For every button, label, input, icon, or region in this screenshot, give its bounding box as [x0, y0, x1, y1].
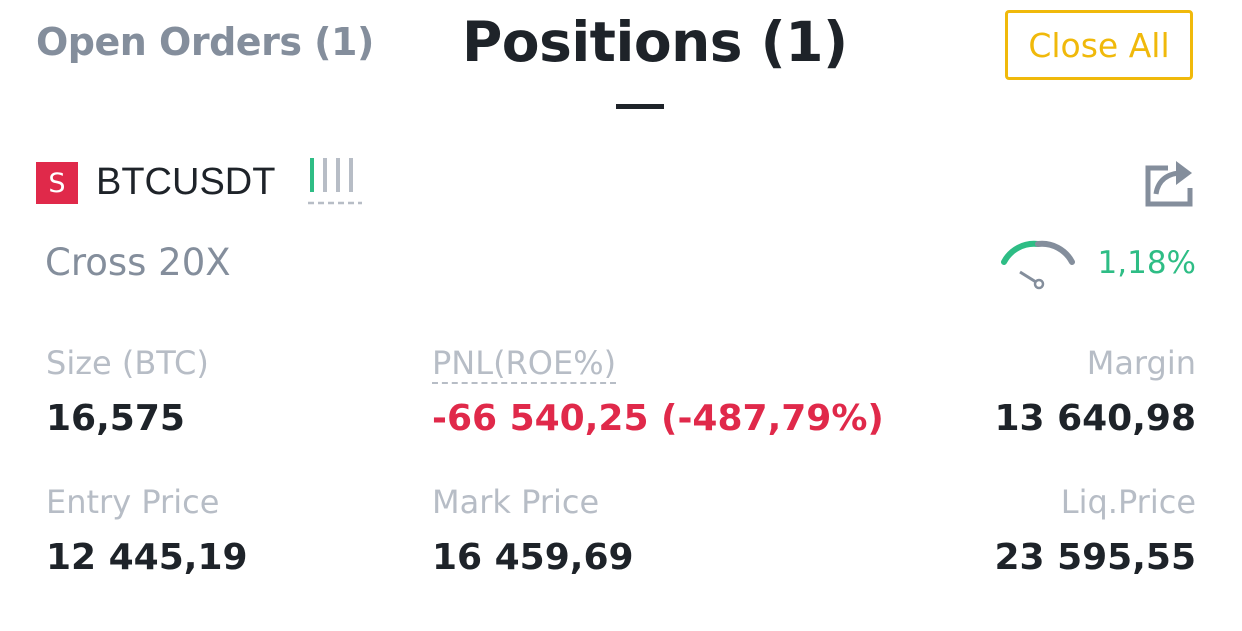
margin-mode[interactable]: Cross 20X — [45, 241, 231, 284]
adl-bar-3 — [336, 158, 340, 192]
active-tab-indicator — [616, 104, 664, 109]
symbol-name[interactable]: BTCUSDT — [96, 161, 275, 204]
adl-indicator-icon[interactable] — [306, 156, 366, 208]
margin-value: 13 640,98 — [994, 398, 1196, 439]
tab-positions[interactable]: Positions (1) — [462, 10, 848, 74]
share-icon[interactable] — [1142, 158, 1196, 210]
margin-ratio-value: 1,18% — [1097, 245, 1196, 281]
entry-price-value: 12 445,19 — [46, 537, 248, 578]
pnl-value: -66 540,25 (-487,79%) — [432, 398, 884, 439]
close-all-button[interactable]: Close All — [1005, 10, 1193, 80]
size-value: 16,575 — [46, 398, 185, 439]
entry-price-label: Entry Price — [46, 483, 220, 521]
margin-ratio-gauge-icon — [1001, 240, 1075, 290]
adl-bar-4 — [349, 158, 353, 192]
liq-price-label: Liq.Price — [1060, 483, 1196, 521]
mark-price-value: 16 459,69 — [432, 537, 634, 578]
adl-bar-2 — [323, 158, 327, 192]
size-label: Size (BTC) — [46, 344, 209, 382]
tab-open-orders[interactable]: Open Orders (1) — [36, 20, 374, 64]
mark-price-label: Mark Price — [432, 483, 600, 521]
liq-price-value: 23 595,55 — [994, 537, 1196, 578]
adl-bar-1 — [310, 158, 314, 192]
margin-label: Margin — [1086, 344, 1196, 382]
pnl-label[interactable]: PNL(ROE%) — [432, 344, 616, 382]
side-badge: S — [36, 162, 78, 204]
